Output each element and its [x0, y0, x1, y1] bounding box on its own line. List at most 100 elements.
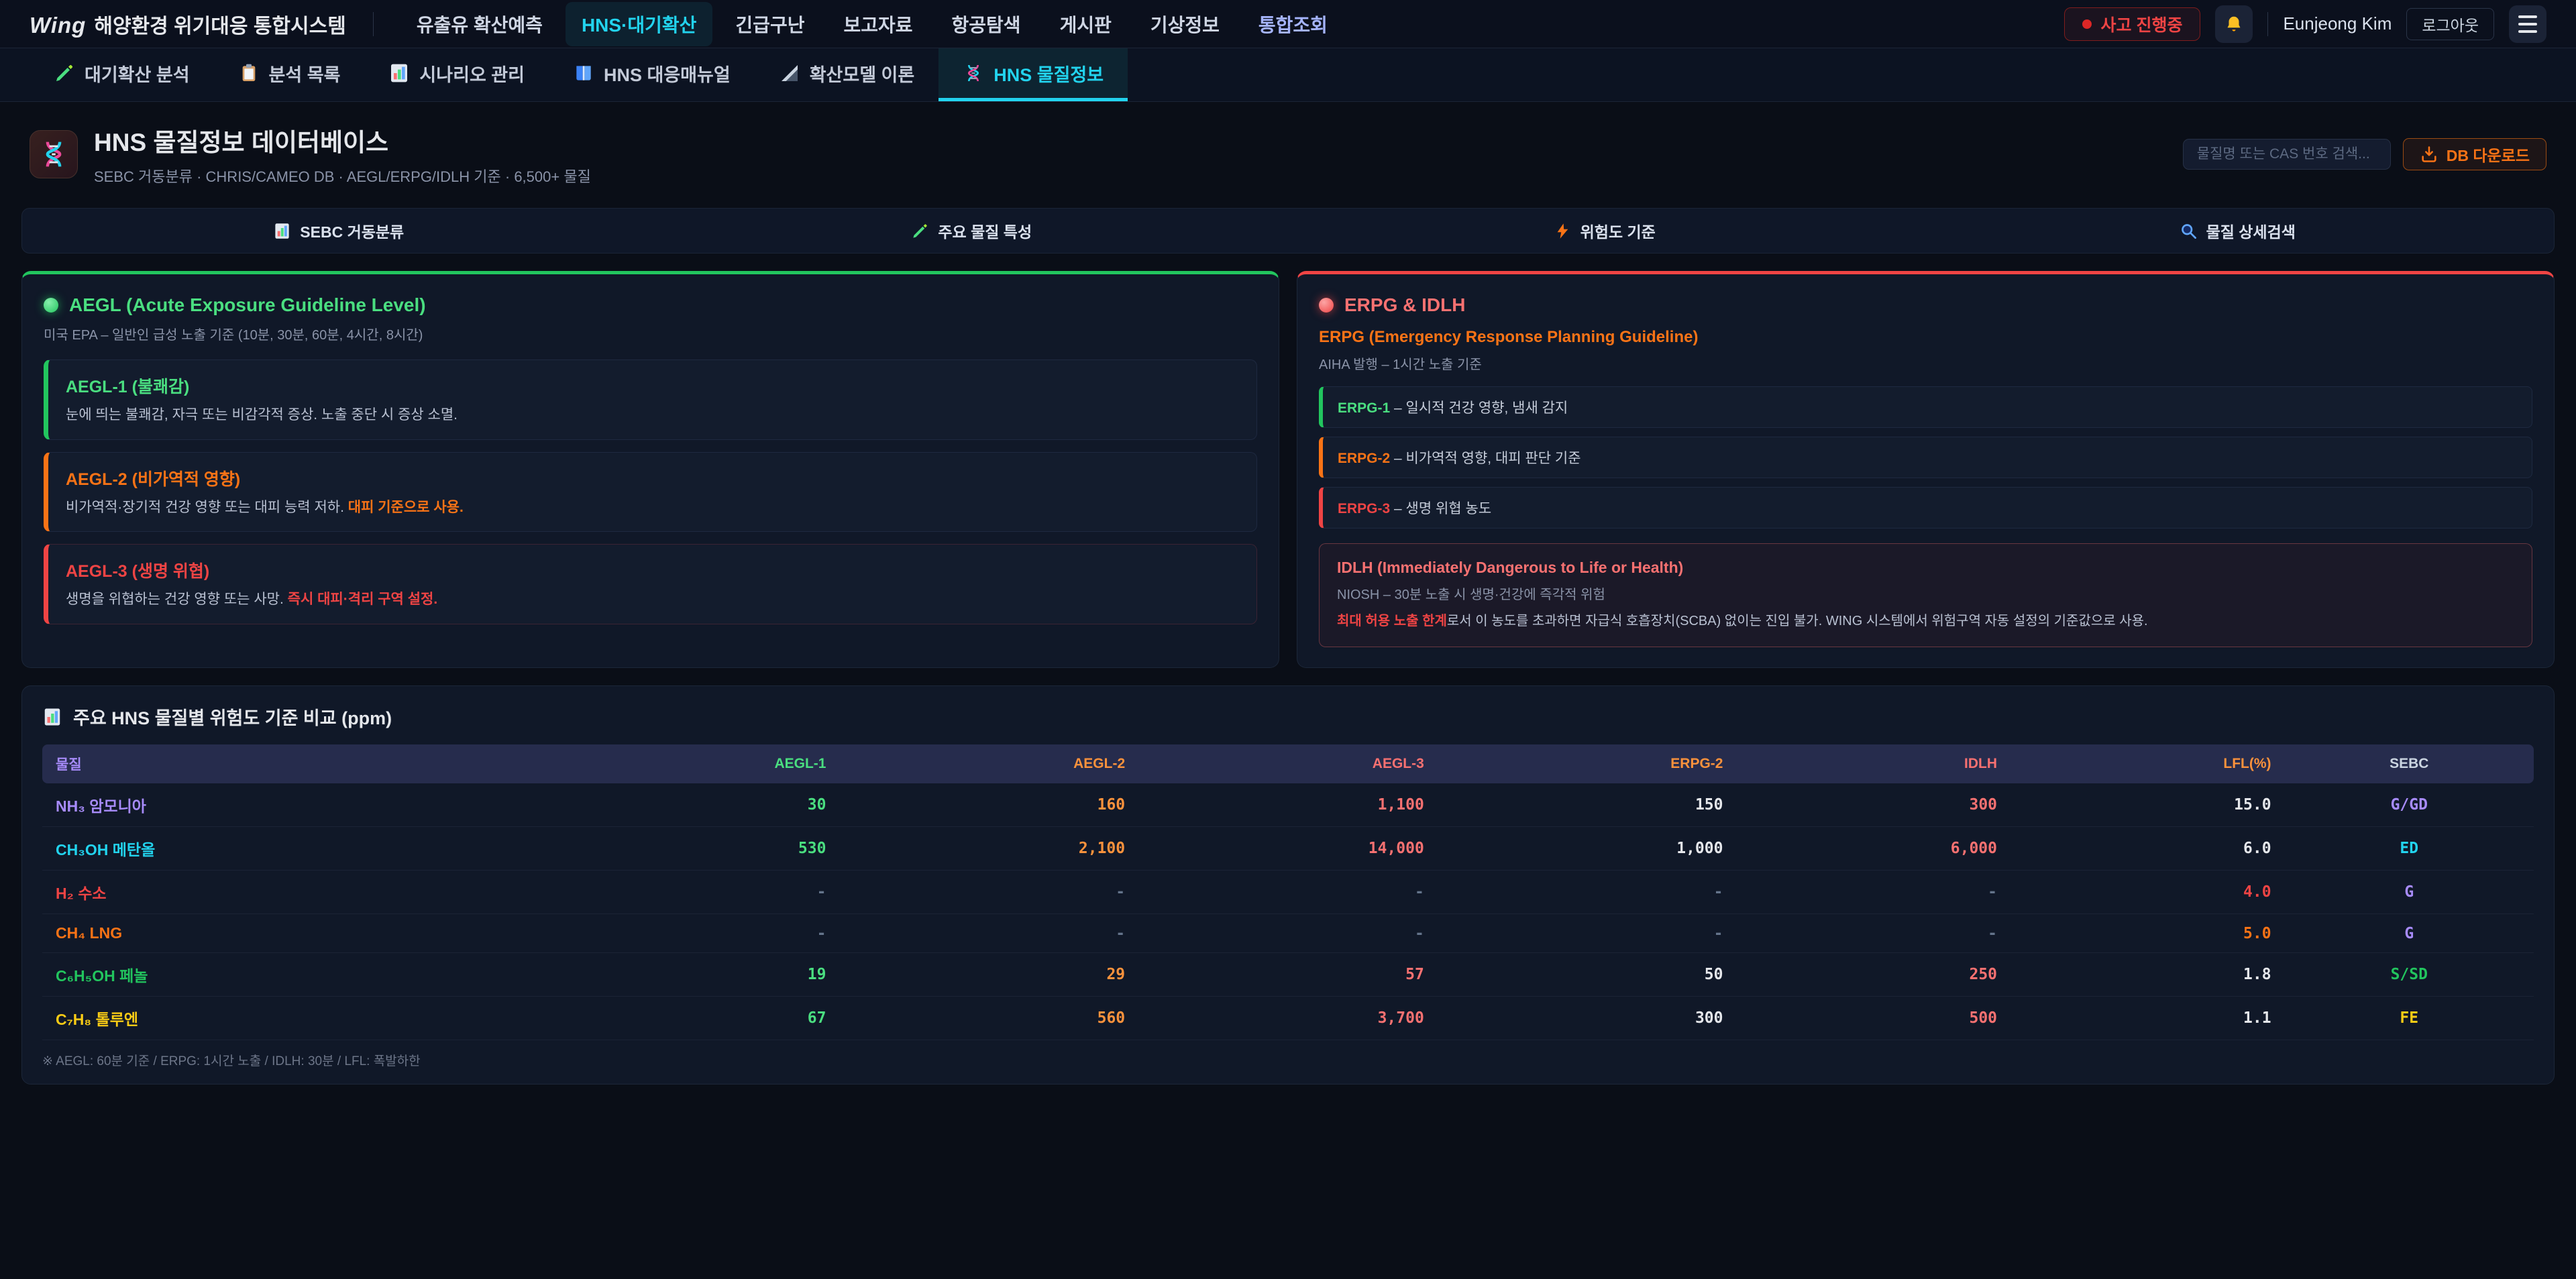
- chart-icon: [273, 222, 291, 240]
- tab-dispersion-analysis[interactable]: 대기확산 분석: [30, 48, 214, 101]
- value-erpg2: -: [1438, 871, 1737, 914]
- menu-item-rescue[interactable]: 긴급구난: [719, 2, 820, 46]
- tab-model-theory[interactable]: 확산모델 이론: [755, 48, 939, 101]
- substance-name: C₆H₅OH 페놀: [42, 953, 566, 997]
- tab-hns-substance-info[interactable]: HNS 물질정보: [938, 48, 1128, 101]
- table-row: NH₃ 암모니아301601,10015030015.0G/GD: [42, 783, 2534, 827]
- value-sebc: G/GD: [2285, 783, 2534, 827]
- value-erpg2: 1,000: [1438, 827, 1737, 871]
- column-header: 물질: [42, 744, 566, 783]
- tab-label: 시나리오 관리: [419, 60, 525, 87]
- value-idlh: 300: [1736, 783, 2010, 827]
- chart-icon: [388, 62, 410, 84]
- substance-search-input[interactable]: [2183, 139, 2391, 170]
- table-header-row: 물질AEGL-1AEGL-2AEGL-3ERPG-2IDLHLFL(%)SEBC: [42, 744, 2534, 783]
- erpg-idlh-panel: ERPG & IDLH ERPG (Emergency Response Pla…: [1297, 271, 2555, 668]
- substance-name: C₇H₈ 톨루엔: [42, 997, 566, 1040]
- lightning-icon: [1554, 222, 1572, 240]
- tab-hns-manual[interactable]: HNS 대응매뉴얼: [549, 48, 755, 101]
- erpg-3-label: ERPG-3: [1338, 501, 1390, 516]
- ruler-icon: [779, 62, 800, 84]
- notifications-button[interactable]: [2215, 5, 2253, 43]
- erpg-title-text: ERPG & IDLH: [1344, 294, 1465, 316]
- menu-item-oil-spill[interactable]: 유출유 확산예측: [400, 2, 559, 46]
- menu-item-aerial-search[interactable]: 항공탐색: [936, 2, 1037, 46]
- db-download-label: DB 다운로드: [2447, 143, 2530, 166]
- value-erpg2: 150: [1438, 783, 1737, 827]
- substance-name: NH₃ 암모니아: [42, 783, 566, 827]
- section-nav-properties[interactable]: 주요 물질 특성: [655, 209, 1289, 253]
- db-download-button[interactable]: DB 다운로드: [2403, 138, 2546, 170]
- value-erpg2: 50: [1438, 953, 1737, 997]
- value-aegl2: -: [839, 914, 1138, 953]
- section-nav-sebc[interactable]: SEBC 거동분류: [22, 209, 655, 253]
- section-nav-label: 물질 상세검색: [2206, 219, 2296, 242]
- aegl-1-card: AEGL-1 (불쾌감) 눈에 띄는 불쾌감, 자극 또는 비감각적 증상. 노…: [44, 359, 1257, 440]
- value-aegl1: 530: [566, 827, 840, 871]
- erpg-1-label: ERPG-1: [1338, 400, 1390, 416]
- idlh-description: 최대 허용 노출 한계로서 이 농도를 초과하면 자급식 호흡장치(SCBA) …: [1337, 611, 2514, 632]
- table-row: C₆H₅OH 페놀192957502501.8S/SD: [42, 953, 2534, 997]
- menu-item-reports[interactable]: 보고자료: [827, 2, 928, 46]
- logo-mark: Wing: [30, 13, 86, 38]
- logout-button[interactable]: 로그아웃: [2406, 8, 2494, 40]
- topnav-right: 사고 진행중 Eunjeong Kim 로그아웃: [2064, 5, 2546, 43]
- menu-item-board[interactable]: 게시판: [1044, 2, 1128, 46]
- page-header: HNS 물질정보 데이터베이스 SEBC 거동분류 · CHRIS/CAMEO …: [0, 102, 2576, 189]
- column-header: AEGL-2: [839, 744, 1138, 783]
- table-title-text: 주요 HNS 물질별 위험도 기준 비교 (ppm): [73, 704, 392, 730]
- erpg-1-row: ERPG-1 – 일시적 건강 영향, 냄새 감지: [1319, 386, 2532, 428]
- aegl-subtitle: 미국 EPA – 일반인 급성 노출 기준 (10분, 30분, 60분, 4시…: [44, 324, 1257, 343]
- aegl-panel-title: AEGL (Acute Exposure Guideline Level): [44, 294, 1257, 316]
- divider: [373, 12, 374, 36]
- menu-item-integrated-search[interactable]: 통합조회: [1242, 2, 1344, 46]
- menu-toggle-button[interactable]: [2509, 5, 2546, 43]
- tab-analysis-list[interactable]: 분석 목록: [214, 48, 365, 101]
- erpg-3-desc: 생명 위협 농도: [1406, 501, 1492, 516]
- tab-label: 분석 목록: [269, 60, 341, 87]
- aegl-3-card: AEGL-3 (생명 위협) 생명을 위협하는 건강 영향 또는 사망. 즉시 …: [44, 544, 1257, 624]
- page-heading-group: HNS 물질정보 데이터베이스 SEBC 거동분류 · CHRIS/CAMEO …: [94, 122, 591, 186]
- aegl-panel: AEGL (Acute Exposure Guideline Level) 미국…: [21, 271, 1279, 668]
- value-lfl: 15.0: [2010, 783, 2285, 827]
- section-nav-detail-search[interactable]: 물질 상세검색: [1921, 209, 2555, 253]
- aegl-2-desc: 비가역적·장기적 건강 영향 또는 대피 능력 저하. 대피 기준으로 사용.: [66, 497, 1239, 518]
- value-idlh: -: [1736, 914, 2010, 953]
- aegl-2-title: AEGL-2 (비가역적 영향): [66, 466, 1239, 490]
- tab-scenario-management[interactable]: 시나리오 관리: [364, 48, 549, 101]
- idlh-subtitle: NIOSH – 30분 노출 시 생명·건강에 즉각적 위험: [1337, 583, 2514, 603]
- clipboard-icon: [238, 62, 260, 84]
- substance-name: H₂ 수소: [42, 871, 566, 914]
- erpg-heading: ERPG (Emergency Response Planning Guidel…: [1319, 328, 2532, 347]
- user-name: Eunjeong Kim: [2283, 13, 2392, 34]
- incident-status-label: 사고 진행중: [2101, 12, 2183, 36]
- value-sebc: S/SD: [2285, 953, 2534, 997]
- table-row: H₂ 수소-----4.0G: [42, 871, 2534, 914]
- value-sebc: ED: [2285, 827, 2534, 871]
- aegl-1-title: AEGL-1 (불쾌감): [66, 374, 1239, 398]
- database-icon-box: [30, 130, 78, 178]
- table-row: C₇H₈ 톨루엔675603,7003005001.1FE: [42, 997, 2534, 1040]
- section-nav-risk-criteria[interactable]: 위험도 기준: [1288, 209, 1921, 253]
- divider: [2267, 12, 2268, 36]
- menu-item-hns-dispersion[interactable]: HNS·대기확산: [566, 2, 712, 46]
- table-row: CH₃OH 메탄올5302,10014,0001,0006,0006.0ED: [42, 827, 2534, 871]
- section-nav-label: 위험도 기준: [1580, 219, 1656, 242]
- value-aegl3: 3,700: [1138, 997, 1438, 1040]
- value-aegl2: 29: [839, 953, 1138, 997]
- incident-status-badge[interactable]: 사고 진행중: [2064, 7, 2201, 41]
- section-nav-label: SEBC 거동분류: [300, 219, 404, 242]
- value-aegl2: -: [839, 871, 1138, 914]
- value-aegl2: 2,100: [839, 827, 1138, 871]
- column-header: AEGL-1: [566, 744, 840, 783]
- module-tab-bar: 대기확산 분석 분석 목록 시나리오 관리 HNS 대응매뉴얼 확산모델: [0, 48, 2576, 102]
- menu-item-weather[interactable]: 기상정보: [1134, 2, 1236, 46]
- criteria-panels: AEGL (Acute Exposure Guideline Level) 미국…: [21, 271, 2555, 668]
- tab-label: 확산모델 이론: [810, 60, 915, 87]
- app-title: 해양환경 위기대응 통합시스템: [94, 9, 345, 39]
- value-idlh: 6,000: [1736, 827, 2010, 871]
- search-icon: [2180, 222, 2198, 240]
- section-nav-label: 주요 물질 특성: [938, 219, 1032, 242]
- red-dot-icon: [1319, 298, 1334, 313]
- value-aegl3: -: [1138, 914, 1438, 953]
